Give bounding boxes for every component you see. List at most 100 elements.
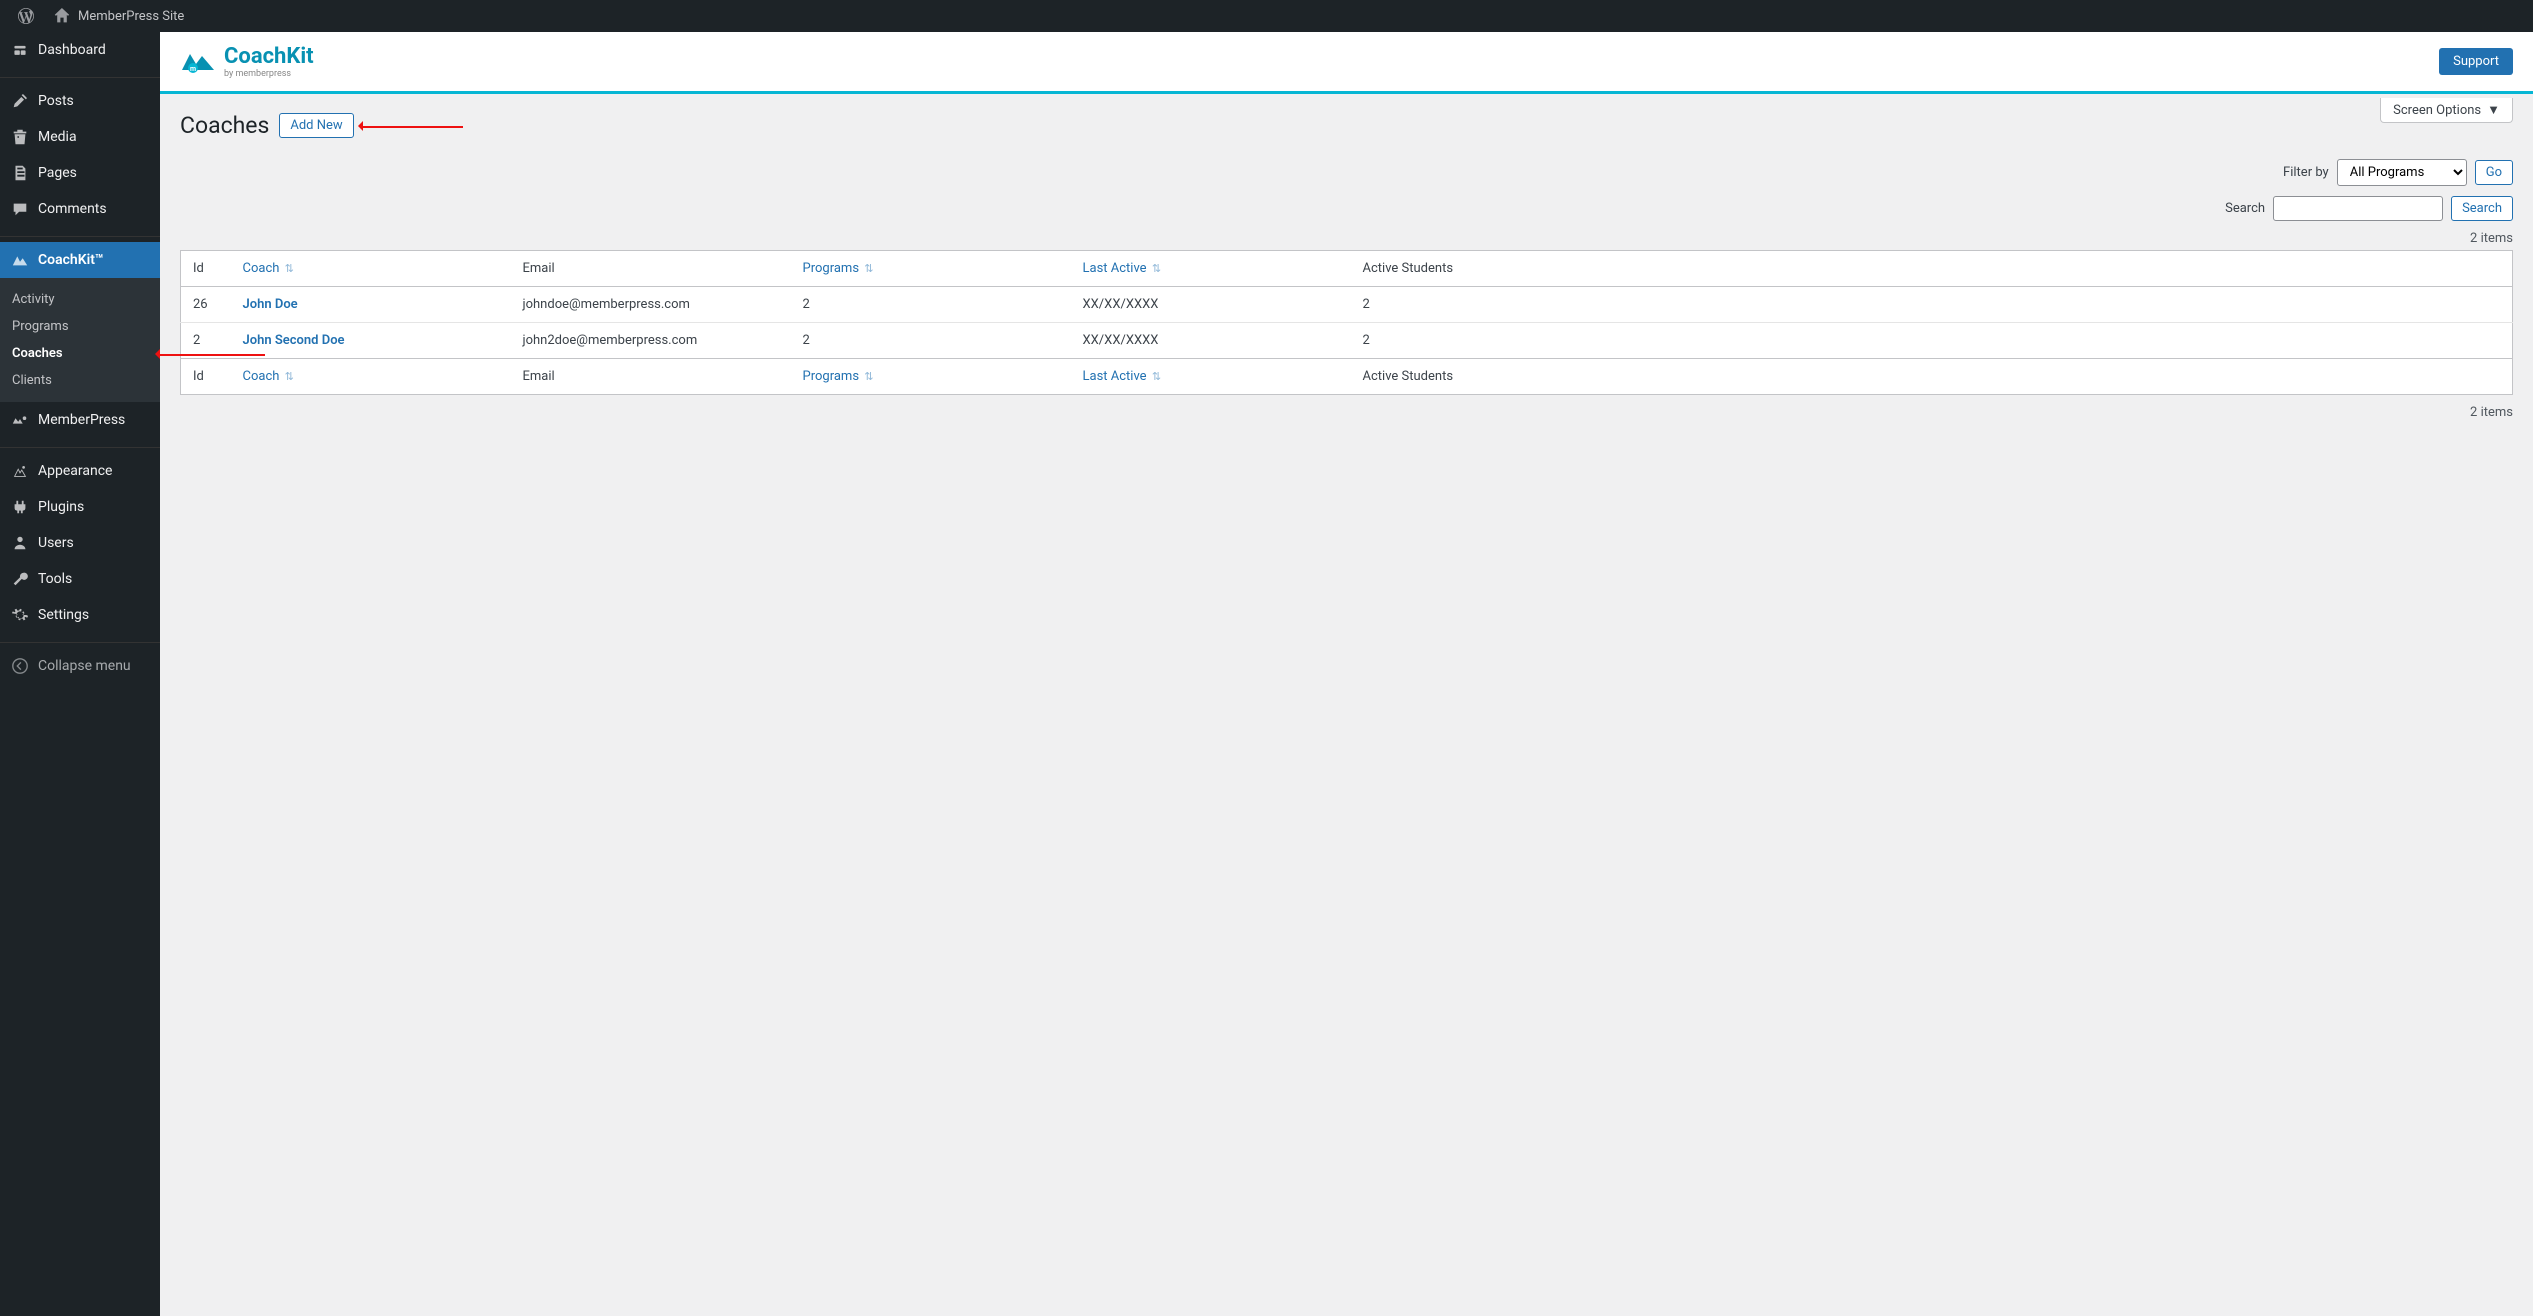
table-row: 2 John Second Doe john2doe@memberpress.c… — [181, 323, 2513, 359]
add-new-button[interactable]: Add New — [279, 113, 353, 138]
menu-plugins[interactable]: Plugins — [0, 489, 160, 525]
sort-icon: ⇅ — [864, 370, 873, 383]
th-id: Id — [181, 251, 231, 287]
plugins-icon — [10, 497, 30, 517]
menu-pages[interactable]: Pages — [0, 155, 160, 191]
coaches-table: Id Coach ⇅ Email Programs ⇅ Last Active … — [180, 250, 2513, 395]
tf-email: Email — [511, 359, 791, 395]
dashboard-icon — [10, 40, 30, 60]
cell-active-students: 2 — [1351, 287, 2513, 323]
tf-id: Id — [181, 359, 231, 395]
sort-icon: ⇅ — [285, 262, 294, 275]
menu-memberpress[interactable]: MemberPress — [0, 402, 160, 438]
menu-label: Media — [38, 129, 77, 145]
wp-logo[interactable] — [8, 6, 44, 26]
menu-label: Settings — [38, 607, 89, 623]
th-email: Email — [511, 251, 791, 287]
menu-collapse[interactable]: Collapse menu — [0, 648, 160, 684]
tf-active-students: Active Students — [1351, 359, 2513, 395]
svg-text:m: m — [190, 65, 196, 73]
memberpress-icon — [10, 410, 30, 430]
chevron-down-icon: ▼ — [2487, 102, 2500, 118]
site-name-label: MemberPress Site — [78, 9, 184, 24]
admin-bar: MemberPress Site — [0, 0, 2533, 32]
wordpress-icon — [16, 6, 36, 26]
settings-icon — [10, 605, 30, 625]
appearance-icon — [10, 461, 30, 481]
items-count-top: 2 items — [180, 231, 2513, 246]
cell-programs: 2 — [791, 287, 1071, 323]
coachkit-icon — [10, 250, 30, 270]
cell-email: johndoe@memberpress.com — [511, 287, 791, 323]
menu-label: Plugins — [38, 499, 84, 515]
screen-options-button[interactable]: Screen Options ▼ — [2380, 98, 2513, 123]
submenu-programs[interactable]: Programs — [0, 313, 160, 340]
screen-options-label: Screen Options — [2393, 103, 2481, 118]
menu-settings[interactable]: Settings — [0, 597, 160, 633]
sort-icon: ⇅ — [285, 370, 294, 383]
filter-label: Filter by — [2283, 165, 2329, 180]
search-input[interactable] — [2273, 196, 2443, 221]
cell-active-students: 2 — [1351, 323, 2513, 359]
brand-header: m CoachKit by memberpress Support — [160, 32, 2533, 94]
th-programs[interactable]: Programs ⇅ — [791, 251, 1071, 287]
table-row: 26 John Doe johndoe@memberpress.com 2 XX… — [181, 287, 2513, 323]
tf-last-active[interactable]: Last Active ⇅ — [1071, 359, 1351, 395]
menu-comments[interactable]: Comments — [0, 191, 160, 227]
sort-icon: ⇅ — [1152, 262, 1161, 275]
submenu-clients[interactable]: Clients — [0, 367, 160, 394]
menu-label: Posts — [38, 93, 74, 109]
sort-icon: ⇅ — [864, 262, 873, 275]
admin-sidebar: Dashboard Posts Media Pages Comments Coa… — [0, 32, 160, 1316]
menu-tools[interactable]: Tools — [0, 561, 160, 597]
submenu-coaches[interactable]: Coaches — [0, 340, 160, 367]
tf-programs[interactable]: Programs ⇅ — [791, 359, 1071, 395]
menu-dashboard[interactable]: Dashboard — [0, 32, 160, 68]
menu-media[interactable]: Media — [0, 119, 160, 155]
home-icon — [52, 6, 72, 26]
search-button[interactable]: Search — [2451, 196, 2513, 221]
cell-id: 26 — [181, 287, 231, 323]
cell-last-active: XX/XX/XXXX — [1071, 287, 1351, 323]
coachkit-logo-icon: m — [180, 48, 216, 76]
tf-coach[interactable]: Coach ⇅ — [231, 359, 511, 395]
menu-label: Appearance — [38, 463, 112, 479]
go-button[interactable]: Go — [2475, 160, 2513, 185]
menu-label: CoachKit™ — [38, 252, 104, 268]
menu-appearance[interactable]: Appearance — [0, 453, 160, 489]
cell-email: john2doe@memberpress.com — [511, 323, 791, 359]
menu-separator — [0, 443, 160, 448]
menu-separator — [0, 232, 160, 237]
pages-icon — [10, 163, 30, 183]
menu-label: MemberPress — [38, 412, 125, 428]
menu-posts[interactable]: Posts — [0, 83, 160, 119]
coach-link[interactable]: John Second Doe — [243, 333, 345, 348]
menu-label: Collapse menu — [38, 658, 131, 674]
support-button[interactable]: Support — [2439, 48, 2513, 75]
coach-link[interactable]: John Doe — [243, 297, 298, 312]
brand-sub: by memberpress — [224, 69, 314, 79]
media-icon — [10, 127, 30, 147]
menu-label: Tools — [38, 571, 72, 587]
menu-label: Pages — [38, 165, 77, 181]
site-name[interactable]: MemberPress Site — [44, 6, 192, 26]
menu-separator — [0, 73, 160, 78]
main: m CoachKit by memberpress Support Screen… — [160, 32, 2533, 1316]
th-last-active[interactable]: Last Active ⇅ — [1071, 251, 1351, 287]
th-coach[interactable]: Coach ⇅ — [231, 251, 511, 287]
menu-coachkit[interactable]: CoachKit™ — [0, 242, 160, 278]
brand-name: CoachKit — [224, 44, 314, 69]
submenu-coachkit: Activity Programs Coaches Clients — [0, 278, 160, 402]
menu-label: Users — [38, 535, 74, 551]
brand-logo: m CoachKit by memberpress — [180, 44, 314, 79]
page-title: Coaches — [180, 112, 269, 139]
search-label: Search — [2225, 201, 2265, 216]
th-active-students: Active Students — [1351, 251, 2513, 287]
items-count-bottom: 2 items — [180, 405, 2513, 420]
comments-icon — [10, 199, 30, 219]
tools-icon — [10, 569, 30, 589]
filter-select[interactable]: All Programs — [2337, 159, 2467, 186]
submenu-activity[interactable]: Activity — [0, 286, 160, 313]
menu-users[interactable]: Users — [0, 525, 160, 561]
sort-icon: ⇅ — [1152, 370, 1161, 383]
